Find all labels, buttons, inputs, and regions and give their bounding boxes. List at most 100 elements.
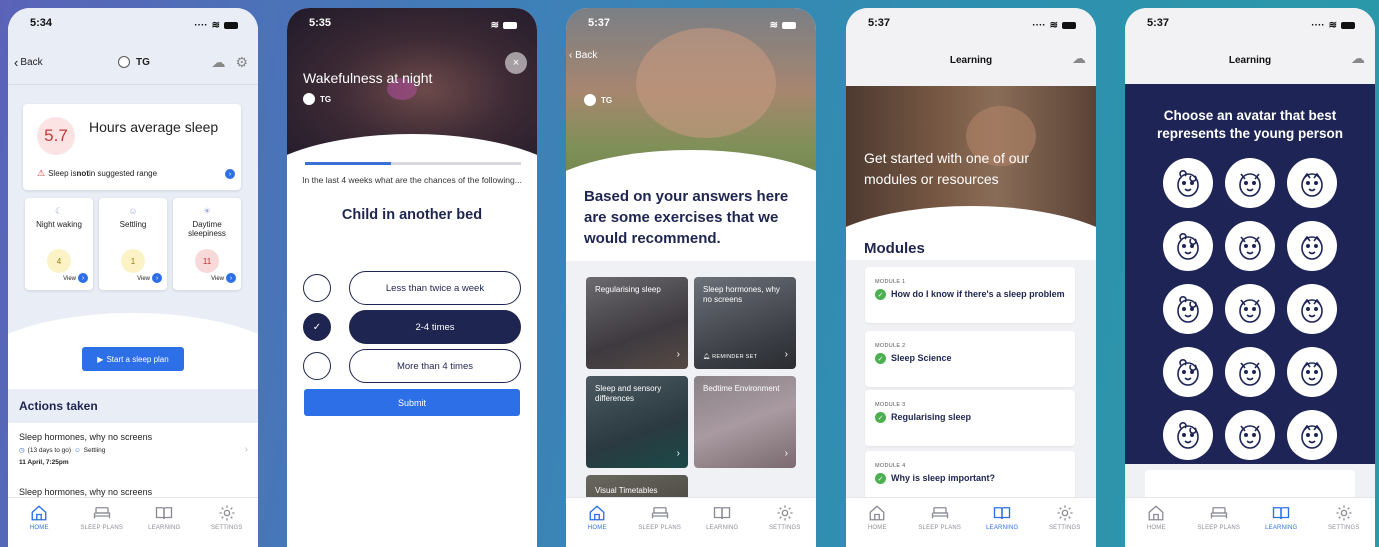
avatar-option[interactable]	[1287, 347, 1337, 397]
metric-value: 4	[47, 249, 71, 273]
tab-learning[interactable]: LEARNING	[695, 504, 750, 547]
option-2-4-times[interactable]: 2-4 times	[349, 310, 521, 344]
metric-card-settling[interactable]: ☺ Settling 1 View ›	[99, 198, 167, 290]
wifi-icon: ≋	[1328, 19, 1337, 31]
phone-home-screen: 5:34 ···· ≋ ‹ Back TG ☁ ⚙ 5.7 Hours aver…	[8, 8, 258, 547]
cloud-icon[interactable]: ☁	[1072, 50, 1086, 67]
tab-settings[interactable]: SETTINGS	[757, 504, 812, 547]
settings-gear-icon[interactable]: ⚙	[235, 54, 248, 71]
recommendation-intro: Based on your answers here are some exer…	[584, 188, 789, 247]
metric-title: Night waking	[36, 220, 82, 229]
module-row: ✓ Sleep Science	[875, 353, 1065, 364]
tab-label: SETTINGS	[210, 525, 243, 531]
tab-settings[interactable]: SETTINGS	[1316, 504, 1371, 547]
child-initials: TG	[601, 95, 613, 105]
action-item[interactable]: Sleep hormones, why no screens	[19, 487, 250, 497]
hero-photo-highlight	[636, 28, 776, 138]
metric-view-label: View	[211, 276, 224, 282]
child-tag: TG	[303, 93, 331, 105]
tab-sleep-plans[interactable]: SLEEP PLANS	[632, 504, 687, 547]
wifi-icon: ≋	[1049, 19, 1058, 31]
home-icon	[1148, 505, 1164, 521]
signal-icon: ····	[1311, 19, 1325, 31]
module-card-3[interactable]: MODULE 3 ✓ Regularising sleep	[865, 390, 1075, 446]
option-less-than-twice-a-week[interactable]: Less than twice a week	[349, 271, 521, 305]
avatar-option[interactable]	[1225, 284, 1275, 334]
tile-title: Bedtime Environment	[703, 384, 780, 393]
exercise-tiles: Regularising sleep › Sleep hormones, why…	[566, 261, 816, 515]
child-selector[interactable]: TG	[118, 56, 150, 68]
close-button[interactable]: ×	[505, 52, 527, 74]
action-item[interactable]: Sleep hormones, why no screens ◷ (13 day…	[19, 432, 250, 466]
tab-settings[interactable]: SETTINGS	[1037, 504, 1092, 547]
avatar-option[interactable]	[1287, 158, 1337, 208]
arrow-right-icon[interactable]: ›	[152, 273, 162, 283]
avatar-option[interactable]	[1225, 347, 1275, 397]
avatar-option[interactable]	[1163, 284, 1213, 334]
tab-sleep-plans[interactable]: SLEEP PLANS	[912, 504, 967, 547]
chevron-right-icon: ›	[244, 444, 248, 455]
option-radio[interactable]	[303, 352, 331, 380]
avatar-option[interactable]	[1287, 410, 1337, 460]
tab-home[interactable]: HOME	[1129, 504, 1184, 547]
avatar-option[interactable]	[1163, 158, 1213, 208]
tab-label: HOME	[587, 525, 607, 531]
tab-sleep-plans[interactable]: SLEEP PLANS	[74, 504, 129, 547]
child-avatar-icon	[584, 94, 596, 106]
action-date: 11 April, 7:25pm	[19, 459, 69, 466]
bottom-card	[1145, 470, 1355, 500]
back-button[interactable]: ‹ Back	[569, 50, 597, 61]
back-button[interactable]: ‹ Back	[14, 55, 43, 70]
checkmark-icon: ✓	[312, 321, 322, 333]
home-icon	[589, 505, 605, 521]
tab-label: HOME	[867, 525, 887, 531]
submit-button[interactable]: Submit	[304, 389, 520, 416]
avatar-option[interactable]	[1287, 284, 1337, 334]
start-sleep-plan-button[interactable]: ▶ Start a sleep plan	[82, 347, 184, 371]
tab-settings[interactable]: SETTINGS	[199, 504, 254, 547]
arrow-right-icon[interactable]: ›	[78, 273, 88, 283]
tab-learning[interactable]: LEARNING	[1254, 504, 1309, 547]
option-more-than-4-times[interactable]: More than 4 times	[349, 349, 521, 383]
module-card-2[interactable]: MODULE 2 ✓ Sleep Science	[865, 331, 1075, 387]
avatar-option[interactable]	[1225, 158, 1275, 208]
option-radio[interactable]	[303, 274, 331, 302]
fox-icon	[1301, 424, 1323, 449]
battery-icon	[1341, 21, 1355, 29]
metric-card-daytime-sleepiness[interactable]: ☀ Daytime sleepiness 11 View ›	[173, 198, 241, 290]
tile-sleep-hormones[interactable]: Sleep hormones, why no screens 🔔︎ REMIND…	[694, 277, 796, 369]
avatar-option[interactable]	[1225, 410, 1275, 460]
avatar-option[interactable]	[1163, 410, 1213, 460]
metric-value: 11	[195, 249, 219, 273]
arrow-right-icon[interactable]: ›	[226, 273, 236, 283]
avatar-option[interactable]	[1163, 347, 1213, 397]
status-time: 5:37	[868, 17, 891, 29]
tab-learning[interactable]: LEARNING	[137, 504, 192, 547]
tab-sleep-plans[interactable]: SLEEP PLANS	[1191, 504, 1246, 547]
module-card-1[interactable]: MODULE 1 ✓ How do I know if there's a sle…	[865, 267, 1075, 323]
tab-learning[interactable]: LEARNING	[975, 504, 1030, 547]
book-icon	[994, 507, 1011, 520]
average-sleep-card[interactable]: 5.7 Hours average sleep ⚠ Sleep is not i…	[23, 104, 241, 190]
avatar-option[interactable]	[1287, 221, 1337, 271]
metric-card-night-waking[interactable]: ☾ Night waking 4 View ›	[25, 198, 93, 290]
cloud-icon[interactable]: ☁	[211, 54, 225, 71]
avatar-option[interactable]	[1225, 221, 1275, 271]
average-sleep-label: Hours average sleep	[89, 119, 219, 135]
tile-sleep-and-sensory-differences[interactable]: Sleep and sensory differences ›	[586, 376, 688, 468]
tab-home[interactable]: HOME	[850, 504, 905, 547]
nav-divider	[8, 84, 258, 85]
tile-regularising-sleep[interactable]: Regularising sleep ›	[586, 277, 688, 369]
bed-icon	[1210, 507, 1227, 519]
tile-bedtime-environment[interactable]: Bedtime Environment ›	[694, 376, 796, 468]
option-radio-selected[interactable]: ✓	[303, 313, 331, 341]
bed-icon	[93, 507, 110, 519]
arrow-right-icon[interactable]: ›	[225, 169, 235, 179]
tab-label: SETTINGS	[1327, 525, 1360, 531]
check-circle-icon: ✓	[875, 473, 886, 484]
cloud-icon[interactable]: ☁	[1351, 50, 1365, 67]
tab-label: SLEEP PLANS	[638, 525, 682, 531]
tab-home[interactable]: HOME	[570, 504, 625, 547]
tab-home[interactable]: HOME	[12, 504, 67, 547]
avatar-option[interactable]	[1163, 221, 1213, 271]
